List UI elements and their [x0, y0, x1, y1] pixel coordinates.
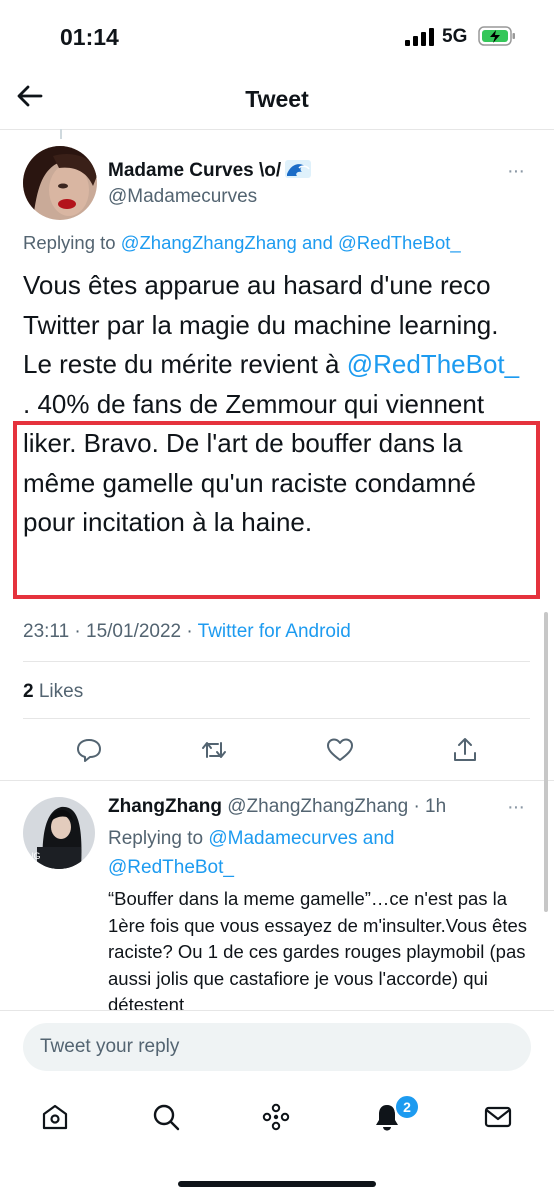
divider	[0, 780, 554, 781]
svg-text:NG: NG	[27, 851, 41, 861]
replying-prefix: Replying to	[108, 828, 204, 849]
messages-icon[interactable]	[483, 1102, 513, 1132]
tweet-meta: 23:11 · 15/01/2022 · Twitter for Android	[23, 621, 351, 643]
header-divider	[0, 129, 554, 130]
replying-to: Replying to @Madamecurves and @RedTheBot…	[108, 824, 508, 882]
tweet-source-link[interactable]: Twitter for Android	[198, 621, 351, 642]
highlight-annotation-box	[13, 421, 540, 599]
avatar[interactable]: NG	[23, 797, 95, 869]
spaces-icon[interactable]	[261, 1102, 291, 1132]
page-title: Tweet	[245, 86, 309, 112]
notifications-badge: 2	[394, 1094, 420, 1120]
mention-link[interactable]: @RedTheBot_	[108, 857, 234, 878]
avatar-image	[23, 146, 97, 220]
mention-link[interactable]: @RedTheBot_	[347, 349, 519, 379]
reply-tweet-text: “Bouffer dans la meme gamelle”…ce n'est …	[108, 888, 527, 1015]
home-icon[interactable]	[40, 1102, 70, 1132]
divider	[23, 661, 530, 662]
avatar[interactable]	[23, 146, 97, 220]
reply-author-line[interactable]: ZhangZhang @ZhangZhangZhang · 1h	[108, 796, 446, 818]
mention-link[interactable]: @Madamecurves	[208, 828, 357, 849]
status-time: 01:14	[60, 24, 119, 50]
retweet-icon[interactable]	[200, 736, 228, 764]
divider	[0, 1010, 554, 1011]
reply-input[interactable]	[23, 1023, 531, 1071]
replying-and: and	[302, 232, 333, 253]
author-name[interactable]: Madame Curves \o/	[108, 160, 312, 182]
battery-icon	[478, 26, 515, 46]
thread-connector	[60, 129, 62, 139]
reply-icon[interactable]	[75, 736, 103, 764]
likes-number: 2	[23, 681, 34, 702]
author-name-text: Madame Curves \o/	[108, 160, 282, 181]
avatar-image: NG	[23, 797, 95, 869]
divider	[23, 718, 530, 719]
reply-author-handle: @ZhangZhangZhang · 1h	[227, 796, 447, 817]
likes-count[interactable]: 2 Likes	[23, 681, 83, 703]
mention-link[interactable]: @RedTheBot_	[338, 232, 461, 253]
replying-and: and	[362, 828, 395, 849]
replying-prefix: Replying to	[23, 232, 116, 253]
scrollbar[interactable]	[544, 612, 548, 912]
network-label: 5G	[442, 26, 468, 47]
replying-to: Replying to @ZhangZhangZhang and @RedThe…	[23, 232, 461, 254]
home-indicator	[178, 1181, 376, 1187]
likes-label: Likes	[38, 681, 84, 702]
author-handle[interactable]: @Madamecurves	[108, 186, 257, 208]
signal-icon	[405, 28, 434, 46]
tweet-timestamp: 23:11 · 15/01/2022 ·	[23, 621, 198, 642]
mention-link[interactable]: @ZhangZhangZhang	[121, 232, 297, 253]
more-options-icon[interactable]: ···	[507, 796, 525, 819]
more-options-icon[interactable]: ···	[507, 160, 525, 183]
search-icon[interactable]	[151, 1102, 181, 1132]
wave-emoji-icon	[285, 160, 312, 178]
reply-author-name: ZhangZhang	[108, 796, 222, 817]
like-icon[interactable]	[326, 736, 354, 764]
share-icon[interactable]	[451, 736, 479, 764]
